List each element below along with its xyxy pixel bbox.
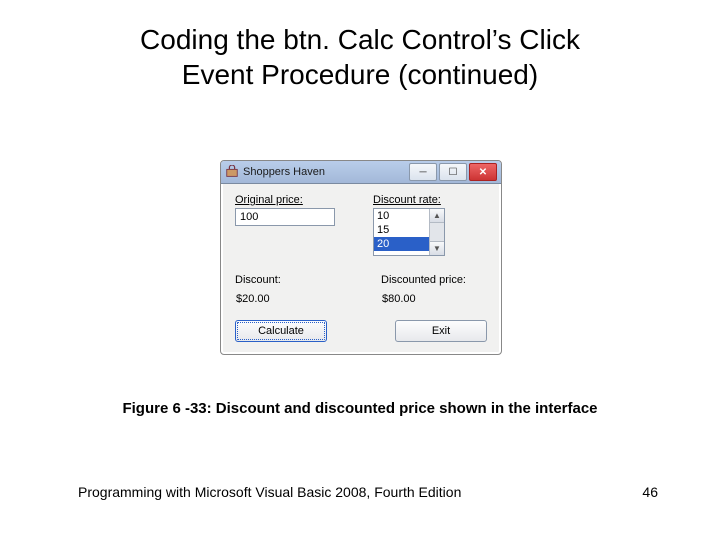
minimize-button[interactable]: ─ [409,163,437,181]
exit-button[interactable]: Exit [395,320,487,342]
figure-caption: Figure 6 -33: Discount and discounted pr… [0,400,720,417]
discounted-price-label: Discounted price: [381,274,487,286]
titlebar: Shoppers Haven ─ ☐ ✕ [221,161,501,184]
title-line-2: Event Procedure (continued) [182,59,538,90]
figure: Shoppers Haven ─ ☐ ✕ Original price: Dis… [220,160,500,355]
close-button[interactable]: ✕ [469,163,497,181]
app-icon [225,165,239,179]
discount-rate-label: Discount rate: [373,194,487,206]
slide-title: Coding the btn. Calc Control’s Click Eve… [0,22,720,92]
discounted-price-value: $80.00 [381,292,487,306]
page-number: 46 [642,484,658,500]
original-price-input[interactable] [235,208,335,226]
window-buttons: ─ ☐ ✕ [409,163,497,181]
original-price-label: Original price: [235,194,349,206]
dialog-body: Original price: Discount rate: 10 15 20 … [221,184,501,354]
scroll-down-icon[interactable]: ▼ [430,241,444,255]
title-line-1: Coding the btn. Calc Control’s Click [140,24,580,55]
listbox-scrollbar[interactable]: ▲ ▼ [429,209,444,255]
dialog-window: Shoppers Haven ─ ☐ ✕ Original price: Dis… [220,160,502,355]
calculate-button[interactable]: Calculate [235,320,327,342]
exit-button-label: Exit [432,325,450,337]
maximize-button[interactable]: ☐ [439,163,467,181]
calculate-button-label: Calculate [258,325,304,337]
window-title: Shoppers Haven [243,166,409,178]
slide: Coding the btn. Calc Control’s Click Eve… [0,0,720,540]
discount-label: Discount: [235,274,341,286]
discount-value: $20.00 [235,292,341,306]
discount-rate-listbox[interactable]: 10 15 20 ▲ ▼ [373,208,445,256]
footer-text: Programming with Microsoft Visual Basic … [78,484,461,500]
scroll-up-icon[interactable]: ▲ [430,209,444,223]
